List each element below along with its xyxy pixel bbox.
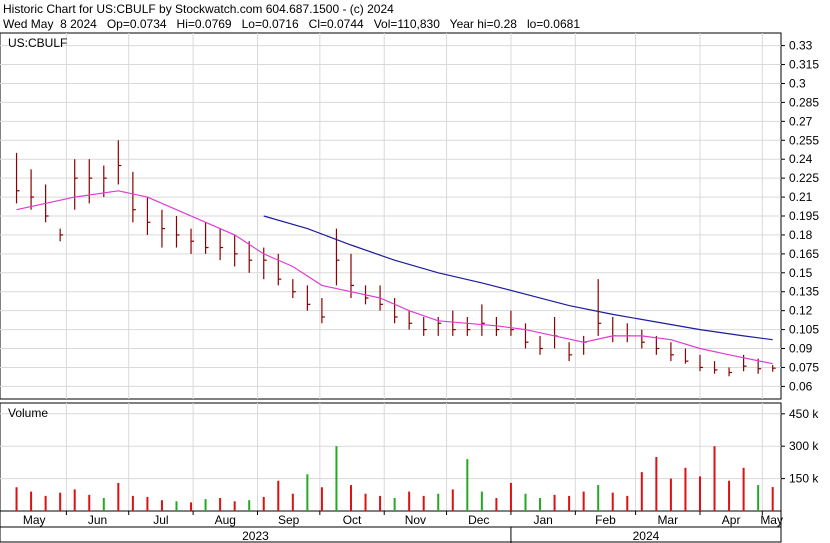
volume-bar [698,476,701,511]
volume-bar [248,500,251,511]
volume-bar [219,498,222,511]
volume-bar [509,482,512,511]
price-tick-label: 0.18 [789,228,813,242]
volume-bar [713,446,716,511]
price-tick-label: 0.27 [789,114,813,128]
price-panel-label: US:CBULF [8,36,67,50]
volume-bar [568,495,571,511]
volume-bar [233,501,236,511]
volume-bar [44,495,47,511]
volume-tick-label: 300 k [789,439,819,453]
volume-panel-frame [0,402,782,512]
volume-bar [364,493,367,511]
month-label: Jan [533,513,552,527]
volume-bar [277,480,280,511]
month-label: May [760,513,783,527]
volume-bar [611,492,614,511]
year-label: 2024 [633,529,660,543]
price-tick-label: 0.315 [789,58,819,72]
volume-bar [669,478,672,511]
month-label: Sep [278,513,300,527]
volume-bar [175,501,178,511]
price-tick-label: 0.21 [789,190,813,204]
price-tick-label: 0.225 [789,171,819,185]
price-tick-label: 0.165 [789,247,819,261]
volume-bar [291,493,294,511]
volume-bar [451,489,454,511]
chart-canvas: May Jun Jul Aug Sep Oct Nov Dec Jan Feb Mar Apr May 0… [0,32,819,543]
month-label: Dec [468,513,489,527]
month-label: Oct [343,513,362,527]
volume-bar [204,499,207,511]
month-label: Feb [595,513,616,527]
volume-bar [480,491,483,511]
volume-bar [160,500,163,511]
volume-bar [437,493,440,511]
volume-bar [553,494,556,511]
volume-bar [597,485,600,511]
volume-bar [495,498,498,511]
volume-bar [59,492,62,511]
year-label: 2023 [242,529,269,543]
price-tick-label: 0.255 [789,133,819,147]
month-label: May [23,513,46,527]
volume-bar [102,498,105,511]
price-tick-label: 0.285 [789,95,819,109]
volume-bar [117,482,120,511]
month-label: Jul [153,513,168,527]
volume-bar [379,495,382,511]
volume-bar [640,472,643,511]
volume-bar [422,495,425,511]
price-tick-label: 0.09 [789,342,813,356]
year-axis-frame [0,526,782,543]
volume-bar [88,494,91,511]
volume-bar [335,446,338,511]
price-tick-label: 0.195 [789,209,819,223]
stock-chart-page: Historic Chart for US:CBULF by Stockwatc… [0,0,830,543]
month-label: Aug [215,513,236,527]
volume-bar [146,496,149,511]
volume-bar [728,480,731,511]
price-tick-label: 0.33 [789,39,813,53]
price-tick-label: 0.24 [789,152,813,166]
volume-bar [771,487,774,511]
volume-bar [408,491,411,511]
price-tick-label: 0.06 [789,379,813,393]
volume-bar [262,496,265,511]
price-tick-label: 0.135 [789,285,819,299]
month-label: Jun [88,513,107,527]
volume-bar [15,487,18,511]
volume-bar [742,467,745,511]
volume-bar [73,489,76,511]
price-tick-label: 0.075 [789,360,819,374]
volume-panel-label: Volume [8,406,48,420]
volume-bar [655,457,658,511]
price-tick-label: 0.15 [789,266,813,280]
volume-bar [684,467,687,511]
volume-bar [539,498,542,511]
price-tick-label: 0.105 [789,323,819,337]
volume-bar [190,502,193,511]
volume-tick-label: 450 k [789,407,819,421]
volume-bar [626,495,629,511]
price-tick-label: 0.12 [789,304,813,318]
volume-bar [466,459,469,511]
month-label: Mar [657,513,678,527]
volume-bar [30,491,33,511]
volume-bar [582,491,585,511]
volume-bar [306,474,309,511]
price-tick-label: 0.3 [789,76,806,90]
volume-bar [131,495,134,511]
month-label: Nov [405,513,426,527]
volume-tick-label: 150 k [789,472,819,486]
volume-bar [524,493,527,511]
volume-bar [757,485,760,511]
volume-bar [349,485,352,511]
volume-bar [393,498,396,511]
month-label: Apr [722,513,741,527]
volume-bar [320,487,323,511]
